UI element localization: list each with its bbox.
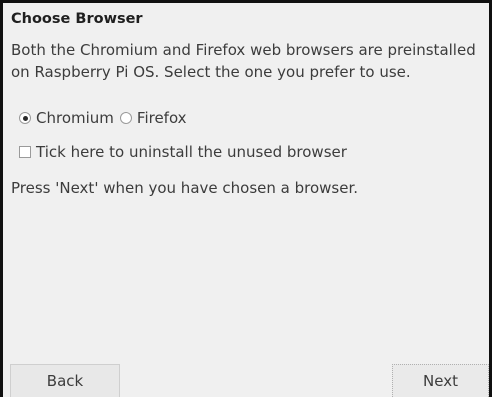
uninstall-checkbox[interactable]: [19, 146, 31, 158]
radio-option-chromium[interactable]: Chromium: [11, 109, 114, 127]
radio-label-firefox: Firefox: [136, 109, 187, 127]
uninstall-checkbox-label: Tick here to uninstall the unused browse…: [36, 143, 347, 161]
description-text: Both the Chromium and Firefox web browse…: [11, 41, 476, 81]
radio-button-firefox[interactable]: [119, 112, 132, 124]
radio-option-firefox[interactable]: Firefox: [118, 109, 187, 127]
back-button[interactable]: Back: [10, 364, 120, 397]
uninstall-option[interactable]: Tick here to uninstall the unused browse…: [11, 141, 347, 163]
page-title: Choose Browser: [11, 11, 143, 27]
hint-text: Press 'Next' when you have chosen a brow…: [11, 179, 358, 197]
radio-button-chromium[interactable]: [19, 112, 31, 124]
browser-radio-group: Chromium Firefox: [11, 107, 191, 129]
next-button[interactable]: Next: [392, 364, 489, 397]
choose-browser-page: Choose Browser Both the Chromium and Fir…: [0, 0, 492, 397]
radio-label-chromium: Chromium: [36, 109, 114, 127]
